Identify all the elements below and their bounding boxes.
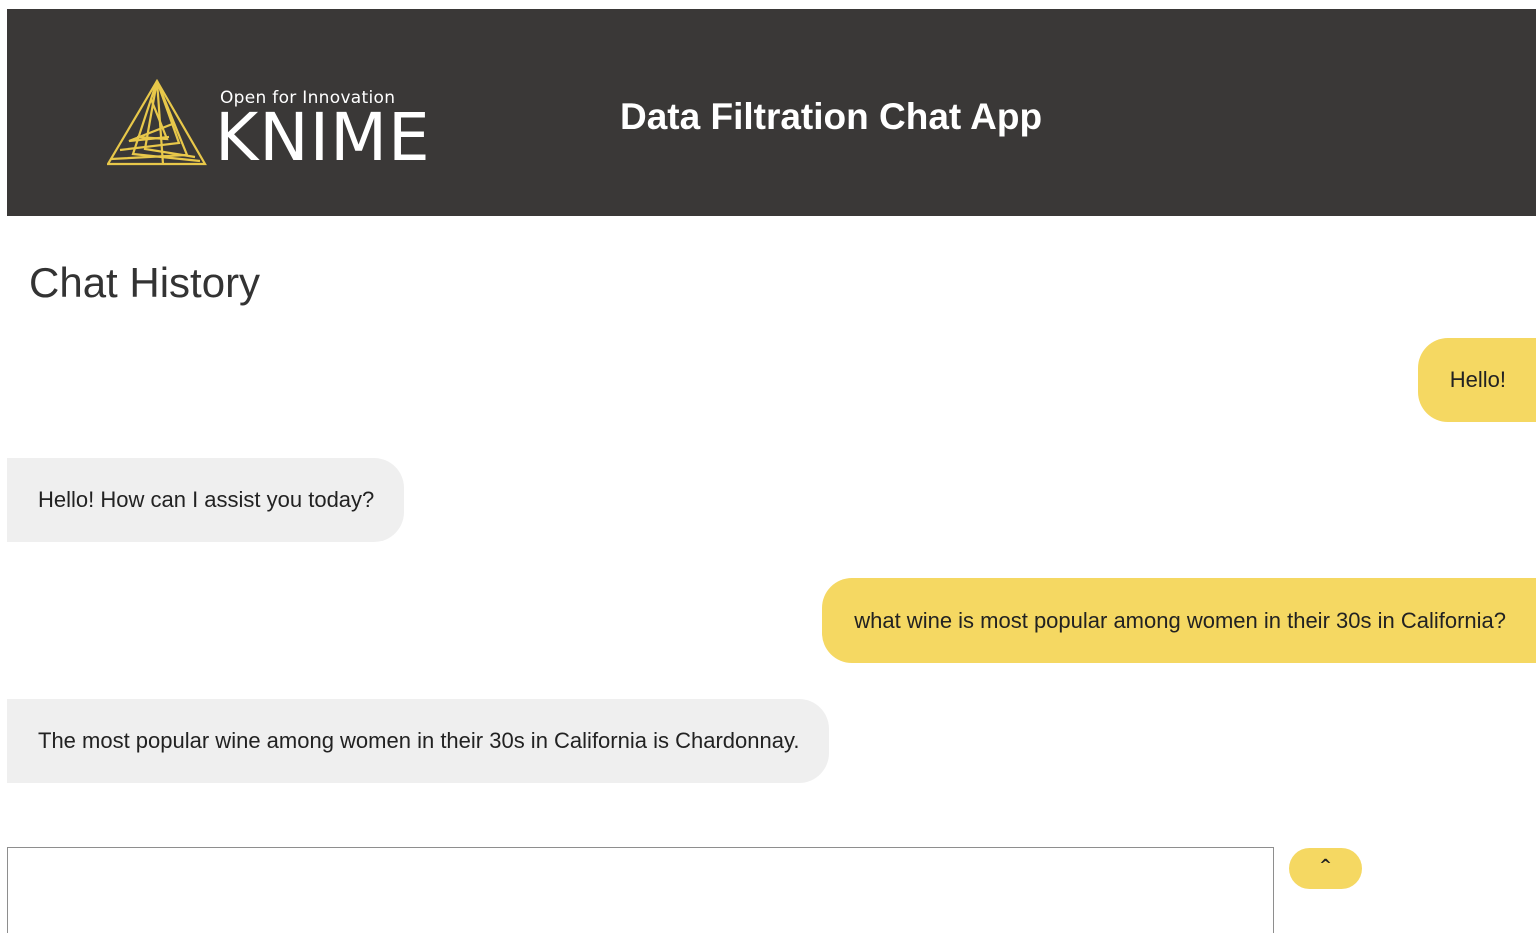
message-text: what wine is most popular among women in… [854, 607, 1506, 633]
message-text: Hello! How can I assist you today? [38, 487, 375, 512]
logo-wordmark: KNIME [215, 99, 431, 176]
knime-logo: Open for Innovation KNIME [107, 79, 452, 173]
message-text: The most popular wine among women in the… [38, 728, 800, 753]
chat-app-page: Open for Innovation KNIME Data Filtratio… [0, 0, 1536, 933]
send-button[interactable]: ^ [1289, 848, 1362, 889]
knime-triangle-icon [107, 79, 207, 166]
chat-history-title: Chat History [29, 259, 261, 306]
user-message: what wine is most popular among women in… [822, 578, 1536, 663]
message-input[interactable] [7, 847, 1274, 933]
app-title: Data Filtration Chat App [620, 96, 1043, 137]
app-header: Open for Innovation KNIME Data Filtratio… [7, 9, 1536, 216]
message-text: Hello! [1449, 367, 1506, 392]
user-message: Hello! [1417, 338, 1536, 422]
assistant-message: Hello! How can I assist you today? [7, 458, 405, 542]
assistant-message: The most popular wine among women in the… [7, 699, 830, 783]
